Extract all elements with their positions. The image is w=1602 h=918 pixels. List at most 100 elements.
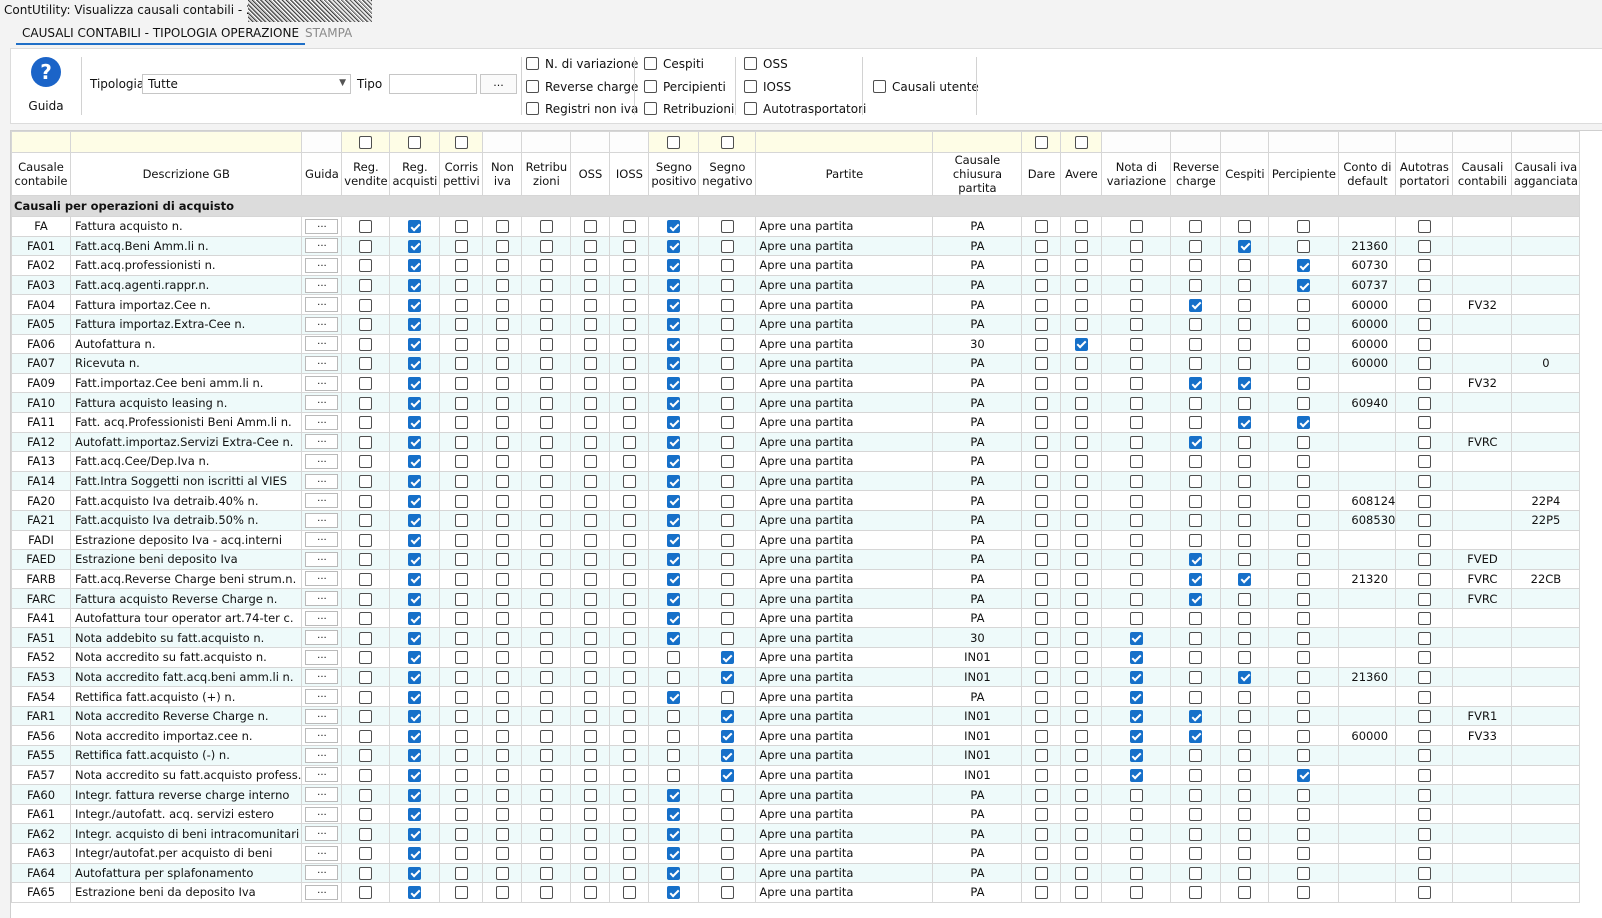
checkbox[interactable] [1074,768,1088,782]
checkbox[interactable] [454,279,468,293]
checkbox[interactable] [1297,396,1311,410]
checkbox[interactable] [1074,396,1088,410]
checkbox[interactable] [454,514,468,528]
checked-checkbox[interactable] [667,357,681,371]
help-button[interactable]: ? Guida [19,55,73,117]
checked-checkbox[interactable] [408,612,422,626]
checked-checkbox[interactable] [1189,553,1203,567]
checkbox[interactable] [495,298,509,312]
checkbox[interactable] [454,259,468,273]
table-row[interactable]: FA64 Autofattura per splafonamento... Apre… [11,862,1581,884]
checkbox[interactable] [539,788,553,802]
checkbox[interactable] [622,337,636,351]
checkbox[interactable] [1129,455,1143,469]
checkbox[interactable] [1129,396,1143,410]
checkbox[interactable] [454,670,468,684]
checked-checkbox[interactable] [1238,572,1252,586]
checked-checkbox[interactable] [667,377,681,391]
guida-button[interactable]: ... [305,669,339,685]
checkbox[interactable] [1034,808,1048,822]
checkbox[interactable] [1238,729,1252,743]
checkbox[interactable] [1297,318,1311,332]
checked-checkbox[interactable] [1238,239,1252,253]
checkbox[interactable] [622,886,636,900]
checkbox[interactable] [644,102,657,115]
checkbox[interactable] [539,631,553,645]
checkbox[interactable] [1129,475,1143,489]
column-header[interactable]: Retribu zioni [521,152,572,196]
guida-button[interactable]: ... [305,493,339,509]
checkbox[interactable] [1238,886,1252,900]
checkbox[interactable] [1417,514,1431,528]
checked-checkbox[interactable] [667,827,681,841]
checkbox[interactable] [583,416,597,430]
checked-checkbox[interactable] [1297,259,1311,273]
checked-checkbox[interactable] [667,592,681,606]
checkbox[interactable] [1074,553,1088,567]
tipo-input[interactable] [389,74,477,94]
checkbox[interactable] [720,357,734,371]
checkbox[interactable] [622,827,636,841]
table-row[interactable]: FA05 Fattura importaz.Extra-Cee n.... Apre… [11,313,1581,335]
checkbox[interactable] [1417,239,1431,253]
table-row[interactable]: FA51 Nota addebito su fatt.acquisto n....… [11,627,1581,649]
checkbox[interactable] [622,514,636,528]
checkbox[interactable] [1238,768,1252,782]
checkbox[interactable] [583,710,597,724]
checked-checkbox[interactable] [667,239,681,253]
guida-button[interactable]: ... [305,591,339,607]
checkbox[interactable] [720,220,734,234]
checkbox[interactable] [720,514,734,528]
checkbox[interactable] [583,239,597,253]
column-header[interactable]: Causale contabile [11,152,71,196]
checkbox[interactable] [1189,259,1203,273]
checkbox[interactable] [1034,866,1048,880]
column-header[interactable]: Segno negativo [698,152,757,196]
checkbox[interactable] [583,847,597,861]
checkbox[interactable] [495,670,509,684]
checked-checkbox[interactable] [720,729,734,743]
checkbox[interactable] [1297,690,1311,704]
checkbox[interactable] [622,475,636,489]
checkbox[interactable] [1074,318,1088,332]
checkbox[interactable] [583,631,597,645]
checkbox[interactable] [1297,866,1311,880]
checkbox[interactable] [720,572,734,586]
checkbox[interactable] [622,377,636,391]
checkbox[interactable] [1074,279,1088,293]
checkbox[interactable] [1189,612,1203,626]
checkbox[interactable] [454,710,468,724]
checkbox[interactable] [1034,612,1048,626]
checkbox[interactable] [744,102,757,115]
checkbox[interactable] [1417,220,1431,234]
checkbox[interactable] [1074,710,1088,724]
checkbox[interactable] [1074,827,1088,841]
checkbox[interactable] [1297,827,1311,841]
checkbox[interactable] [359,592,373,606]
checkbox[interactable] [1129,788,1143,802]
checkbox[interactable] [1129,514,1143,528]
checkbox[interactable] [622,396,636,410]
checkbox[interactable] [359,377,373,391]
table-row[interactable]: FA03 Fatt.acq.agenti.rappr.n.... Apre una … [11,274,1581,296]
checked-checkbox[interactable] [408,866,422,880]
checkbox[interactable] [1129,298,1143,312]
checkbox[interactable] [454,416,468,430]
checked-checkbox[interactable] [1074,337,1088,351]
checked-checkbox[interactable] [667,788,681,802]
checkbox[interactable] [1238,749,1252,763]
column-header[interactable]: Causali iva agganciata [1511,152,1581,196]
checked-checkbox[interactable] [1238,416,1252,430]
guida-button[interactable]: ... [305,395,339,411]
checkbox[interactable] [1189,396,1203,410]
checkbox[interactable] [495,455,509,469]
checkbox[interactable] [1238,827,1252,841]
checkbox[interactable] [583,514,597,528]
checkbox[interactable] [1238,279,1252,293]
checked-checkbox[interactable] [667,337,681,351]
checkbox[interactable] [1189,239,1203,253]
checkbox[interactable] [495,357,509,371]
column-header[interactable]: Avere [1060,152,1103,196]
checkbox[interactable] [1417,572,1431,586]
checkbox[interactable] [454,396,468,410]
